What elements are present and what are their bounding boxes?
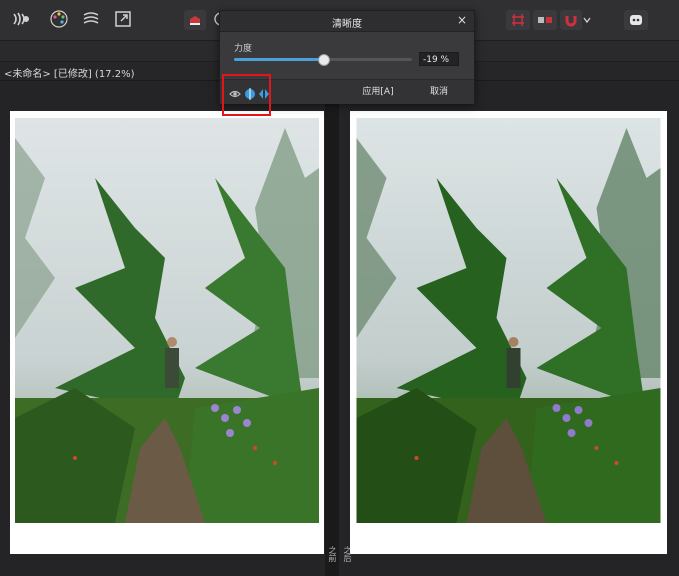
chevron-down-icon[interactable] [580,10,594,30]
after-page [350,111,667,554]
grid-red-icon[interactable] [506,10,530,30]
cancel-button[interactable]: 取消 [414,83,464,101]
after-label: 之后 [343,546,352,562]
hdr-waves-icon[interactable] [10,8,32,30]
palette-icon[interactable] [48,8,70,30]
split-view-icon[interactable] [533,10,557,30]
dialog-titlebar[interactable]: 清晰度 × [220,11,474,32]
magnet-icon[interactable] [560,10,582,30]
document-title[interactable]: <未命名> [已修改] (17.2%) [4,65,135,80]
export-icon[interactable] [112,8,134,30]
close-icon[interactable]: × [455,13,469,27]
canvas-split-view[interactable]: 之前 之后 [0,81,679,576]
distort-icon[interactable] [80,8,102,30]
strength-label: 力度 [234,44,253,54]
highlight-box [222,74,271,116]
strength-slider-handle[interactable] [318,54,330,66]
apply-button[interactable]: 应用[A] [352,83,404,101]
dialog-title: 清晰度 [332,19,362,30]
strength-slider[interactable] [234,54,412,66]
split-divider[interactable]: 之前 [325,81,339,576]
after-photo [356,118,661,523]
before-photo [15,118,319,523]
strength-slider-fill [234,58,323,61]
fill-color-icon[interactable] [184,10,206,30]
before-page [10,111,324,554]
strength-value-field[interactable]: -19 % [419,52,459,66]
assistant-robot-icon[interactable] [624,10,648,30]
before-label: 之前 [328,546,337,562]
